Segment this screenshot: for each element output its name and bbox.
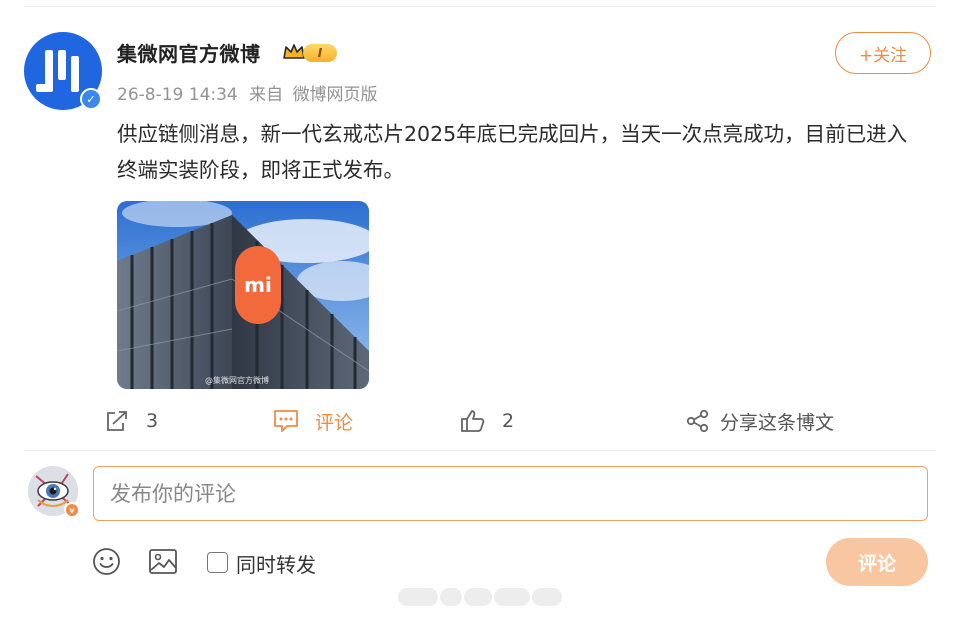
comment-label: 评论 [315,411,354,434]
repost-checkbox-label[interactable]: 同时转发 [236,549,316,578]
repost-count: 3 [146,410,159,432]
repost-icon [107,411,127,431]
like-count: 2 [502,410,515,432]
comment-icon [274,410,298,432]
comment-button[interactable]: 评论 [273,406,353,436]
repost-button[interactable]: 3 [104,406,158,436]
share-button[interactable]: 分享这条博文 [686,406,834,436]
image-upload-button[interactable] [148,547,178,580]
loading-placeholder [398,588,562,606]
follow-button[interactable]: +关注 [835,32,931,74]
comment-input[interactable] [93,466,928,521]
like-button[interactable]: 2 [460,406,514,436]
mi-logo-icon: mi [244,273,272,297]
like-icon [461,410,485,432]
my-avatar[interactable]: v [28,466,80,518]
author-name[interactable]: 集微网官方微博 [117,38,261,67]
user-level-badge: I [303,44,337,62]
post-source-prefix: 来自 [249,85,284,105]
emoji-icon [93,548,120,575]
post-text: 供应链侧消息，新一代玄戒芯片2025年底已完成回片，当天一次点亮成功，目前已进入… [117,122,908,182]
post-source: 微博网页版 [292,85,378,105]
my-verified-icon: v [64,502,80,518]
verified-icon: ✓ [80,88,102,110]
image-icon [149,549,177,574]
post-meta: 26-8-19 14:34 来自 微博网页版 [117,80,378,105]
post-timestamp[interactable]: 26-8-19 14:34 [117,85,238,105]
submit-comment-button[interactable]: 评论 [826,538,928,586]
image-watermark: @集微网官方微博 [205,376,269,385]
share-label: 分享这条博文 [720,411,835,434]
post-image[interactable]: mi @集微网官方微博 [117,201,369,389]
top-divider [24,6,936,7]
section-divider [24,450,936,451]
author-avatar[interactable]: ✓ [24,32,102,110]
emoji-button[interactable] [92,547,121,580]
repost-checkbox[interactable] [207,552,228,573]
share-icon [686,409,709,433]
